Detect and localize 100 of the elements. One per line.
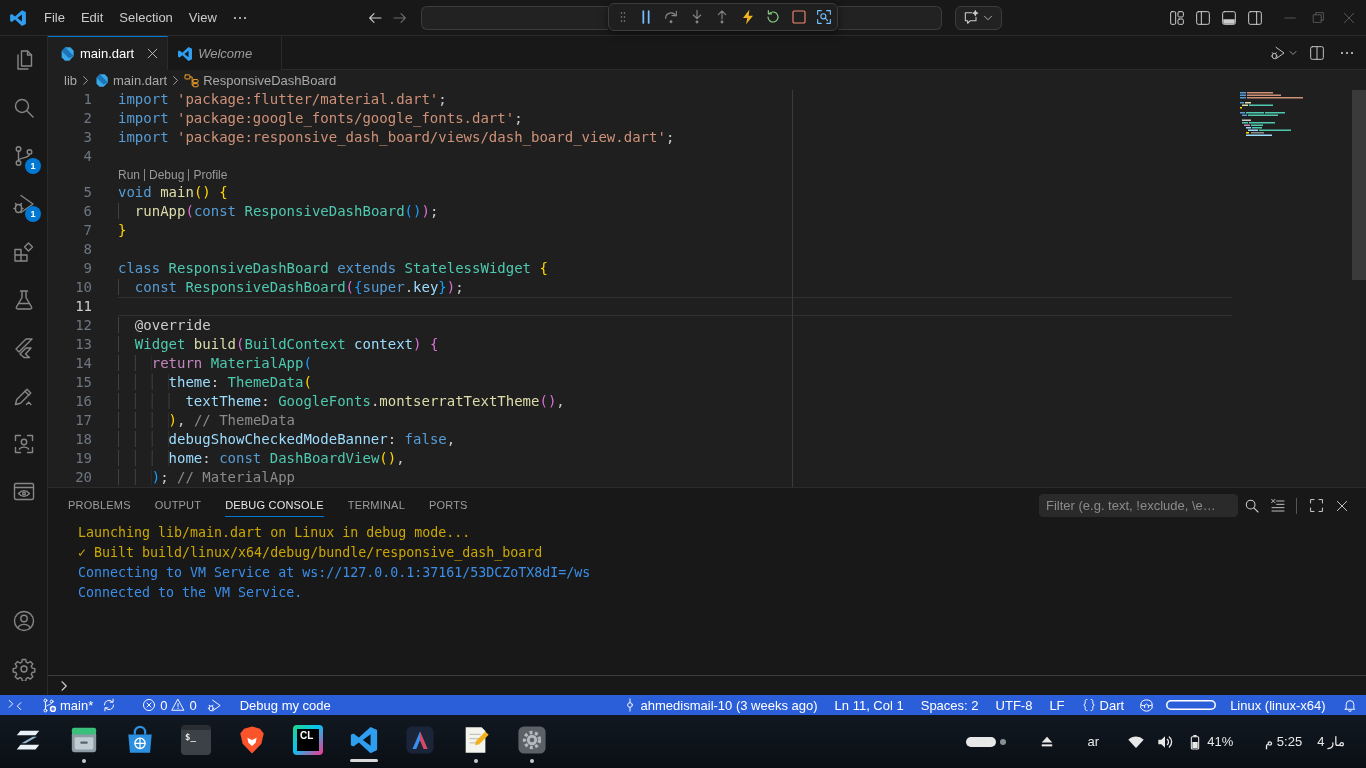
problems-status-item[interactable]: 0 0 — [124, 695, 201, 715]
debug-status-item[interactable]: Debug my code — [200, 695, 339, 715]
ribbon-logo-icon[interactable] — [349, 725, 379, 755]
panel-tab[interactable]: OUTPUT — [154, 494, 202, 517]
braces-icon — [1081, 698, 1096, 712]
eject-icon[interactable] — [1039, 734, 1054, 749]
extensions-icon[interactable] — [12, 240, 36, 264]
line-number: 7 — [82, 221, 92, 240]
maximize-icon[interactable] — [1308, 498, 1324, 513]
code-line: debugShowCheckedModeBanner: false, — [118, 430, 1232, 449]
menu-item[interactable]: File — [36, 5, 73, 30]
scan-person-icon[interactable] — [12, 432, 36, 456]
command-center-field[interactable] — [421, 5, 608, 30]
clock-time[interactable]: 5:25 م — [1265, 734, 1303, 749]
error-icon — [142, 698, 157, 712]
code-line: return MaterialApp( — [118, 354, 1232, 373]
status-item[interactable]: LF — [1040, 695, 1074, 715]
console-line: Connected to the VM Service. — [77, 584, 304, 602]
breadcrumb-item[interactable]: lib — [64, 72, 77, 88]
panel-tab[interactable]: TERMINAL — [347, 494, 405, 517]
code-line: theme: ThemeData( — [118, 373, 1232, 392]
line-number: 15 — [74, 373, 92, 392]
layout-icon[interactable] — [1169, 9, 1185, 26]
robot-face-icon[interactable] — [1138, 697, 1154, 713]
status-item[interactable]: UTF-8 — [987, 695, 1041, 715]
remote-icon[interactable] — [8, 698, 22, 712]
sync-icon[interactable] — [102, 698, 117, 712]
search-icon[interactable] — [12, 96, 36, 120]
code-line: } — [118, 221, 128, 240]
account-icon[interactable] — [12, 609, 36, 633]
bell-icon[interactable] — [1343, 698, 1357, 712]
peak-logo-icon[interactable] — [405, 725, 435, 755]
gear-icon[interactable] — [517, 725, 547, 755]
run-debug-icon — [206, 697, 222, 713]
blame-status-item[interactable]: ahmedismail-10 (3 weeks ago) — [614, 695, 827, 715]
shopping-bag-icon[interactable] — [125, 725, 155, 755]
close-icon[interactable] — [1335, 498, 1349, 513]
run-debug-icon[interactable] — [1270, 44, 1286, 61]
clear-console-icon[interactable] — [1270, 497, 1286, 514]
code-line: runApp(const ResponsiveDashBoard()); — [118, 202, 1232, 221]
language-status-item[interactable]: Dart — [1073, 695, 1133, 715]
breadcrumb-item[interactable]: ResponsiveDashBoard — [203, 72, 337, 88]
line-number: 8 — [82, 240, 92, 259]
chat-sparkle-icon — [963, 9, 979, 26]
code-line: const ResponsiveDashBoard({super.key}); — [118, 278, 1232, 297]
keyboard-layout-indicator[interactable]: ar — [1087, 734, 1100, 749]
ide-launcher[interactable]: CL — [293, 725, 323, 755]
terminal-launcher[interactable]: $_ — [181, 725, 211, 755]
status-item[interactable]: Ln 11, Col 1 — [826, 695, 913, 715]
line-number: 18 — [74, 430, 92, 449]
ribbon-logo-icon — [9, 8, 27, 27]
filter-field[interactable]: Filter (e.g. text, !exclude, \e… — [1039, 494, 1238, 517]
file-drawer-icon[interactable] — [69, 725, 99, 755]
shield-icon[interactable] — [237, 725, 267, 755]
code-line: @override — [118, 316, 1232, 335]
run-debug-icon[interactable] — [12, 192, 36, 216]
sidebar-right-icon[interactable] — [1247, 9, 1263, 26]
battery-percentage: 41% — [1207, 734, 1234, 749]
branch-status-item[interactable]: main* — [30, 695, 102, 715]
line-number: 4 — [82, 147, 92, 166]
breadcrumb-item[interactable]: main.dart — [113, 72, 168, 88]
menu-item[interactable]: Selection — [111, 5, 181, 30]
line-number: 9 — [82, 259, 92, 278]
prompt-chevron-icon — [58, 679, 70, 692]
line-number: 6 — [82, 202, 92, 221]
editor-tab[interactable]: main.dart — [48, 36, 169, 70]
chat-button[interactable] — [955, 5, 1002, 30]
split-editor-icon[interactable] — [1309, 44, 1325, 61]
close-icon[interactable] — [145, 47, 159, 60]
panel-tab[interactable]: PROBLEMS — [68, 494, 131, 517]
ribbon-logo-icon — [177, 45, 194, 62]
inspect-icon[interactable] — [816, 9, 833, 25]
scrollbar-thumb[interactable] — [1352, 90, 1366, 280]
codelens-link[interactable]: Run — [118, 167, 140, 182]
status-item[interactable]: Spaces: 2 — [912, 695, 988, 715]
workspace-indicator-icon[interactable] — [965, 736, 1008, 747]
search-icon[interactable] — [1244, 497, 1260, 514]
settings-icon[interactable] — [12, 657, 36, 681]
stop-icon[interactable] — [790, 9, 807, 25]
console-line: Connecting to VM Service at ws://127.0.0.1:37161/53DCZoTX8dI=/ws — [77, 564, 592, 582]
clock-date[interactable]: مار 4 — [1317, 734, 1345, 749]
command-center-field[interactable] — [838, 5, 942, 30]
sidebar-left-icon[interactable] — [1195, 9, 1211, 26]
status-item[interactable]: Linux (linux-x64) — [1221, 695, 1334, 715]
editor-tab[interactable]: Welcome — [168, 36, 283, 70]
code-line: home: const DashBoardView(), — [118, 449, 1232, 468]
panel-bottom-icon[interactable] — [1221, 9, 1237, 26]
code-line: import 'package:flutter/material.dart'; — [118, 90, 448, 109]
pill-outline-icon[interactable] — [1165, 700, 1216, 710]
code-line: class ResponsiveDashBoard extends StatelessWidget { — [118, 259, 549, 278]
menu-item[interactable]: View — [180, 5, 225, 30]
codelens-link[interactable]: Profile — [193, 167, 228, 182]
console-line: ✓ Built build/linux/x64/debug/bundle/responsive_dash_board — [77, 544, 544, 563]
line-number: 12 — [74, 316, 92, 335]
panel-tab[interactable]: DEBUG CONSOLE — [225, 494, 324, 517]
menu-item[interactable]: Edit — [72, 5, 112, 30]
panel-tab[interactable]: PORTS — [428, 494, 468, 517]
restart-icon[interactable] — [765, 9, 782, 25]
console-line: Launching lib/main.dart on Linux in debug mode... — [77, 524, 472, 542]
codelens-link[interactable]: Debug — [149, 167, 185, 182]
